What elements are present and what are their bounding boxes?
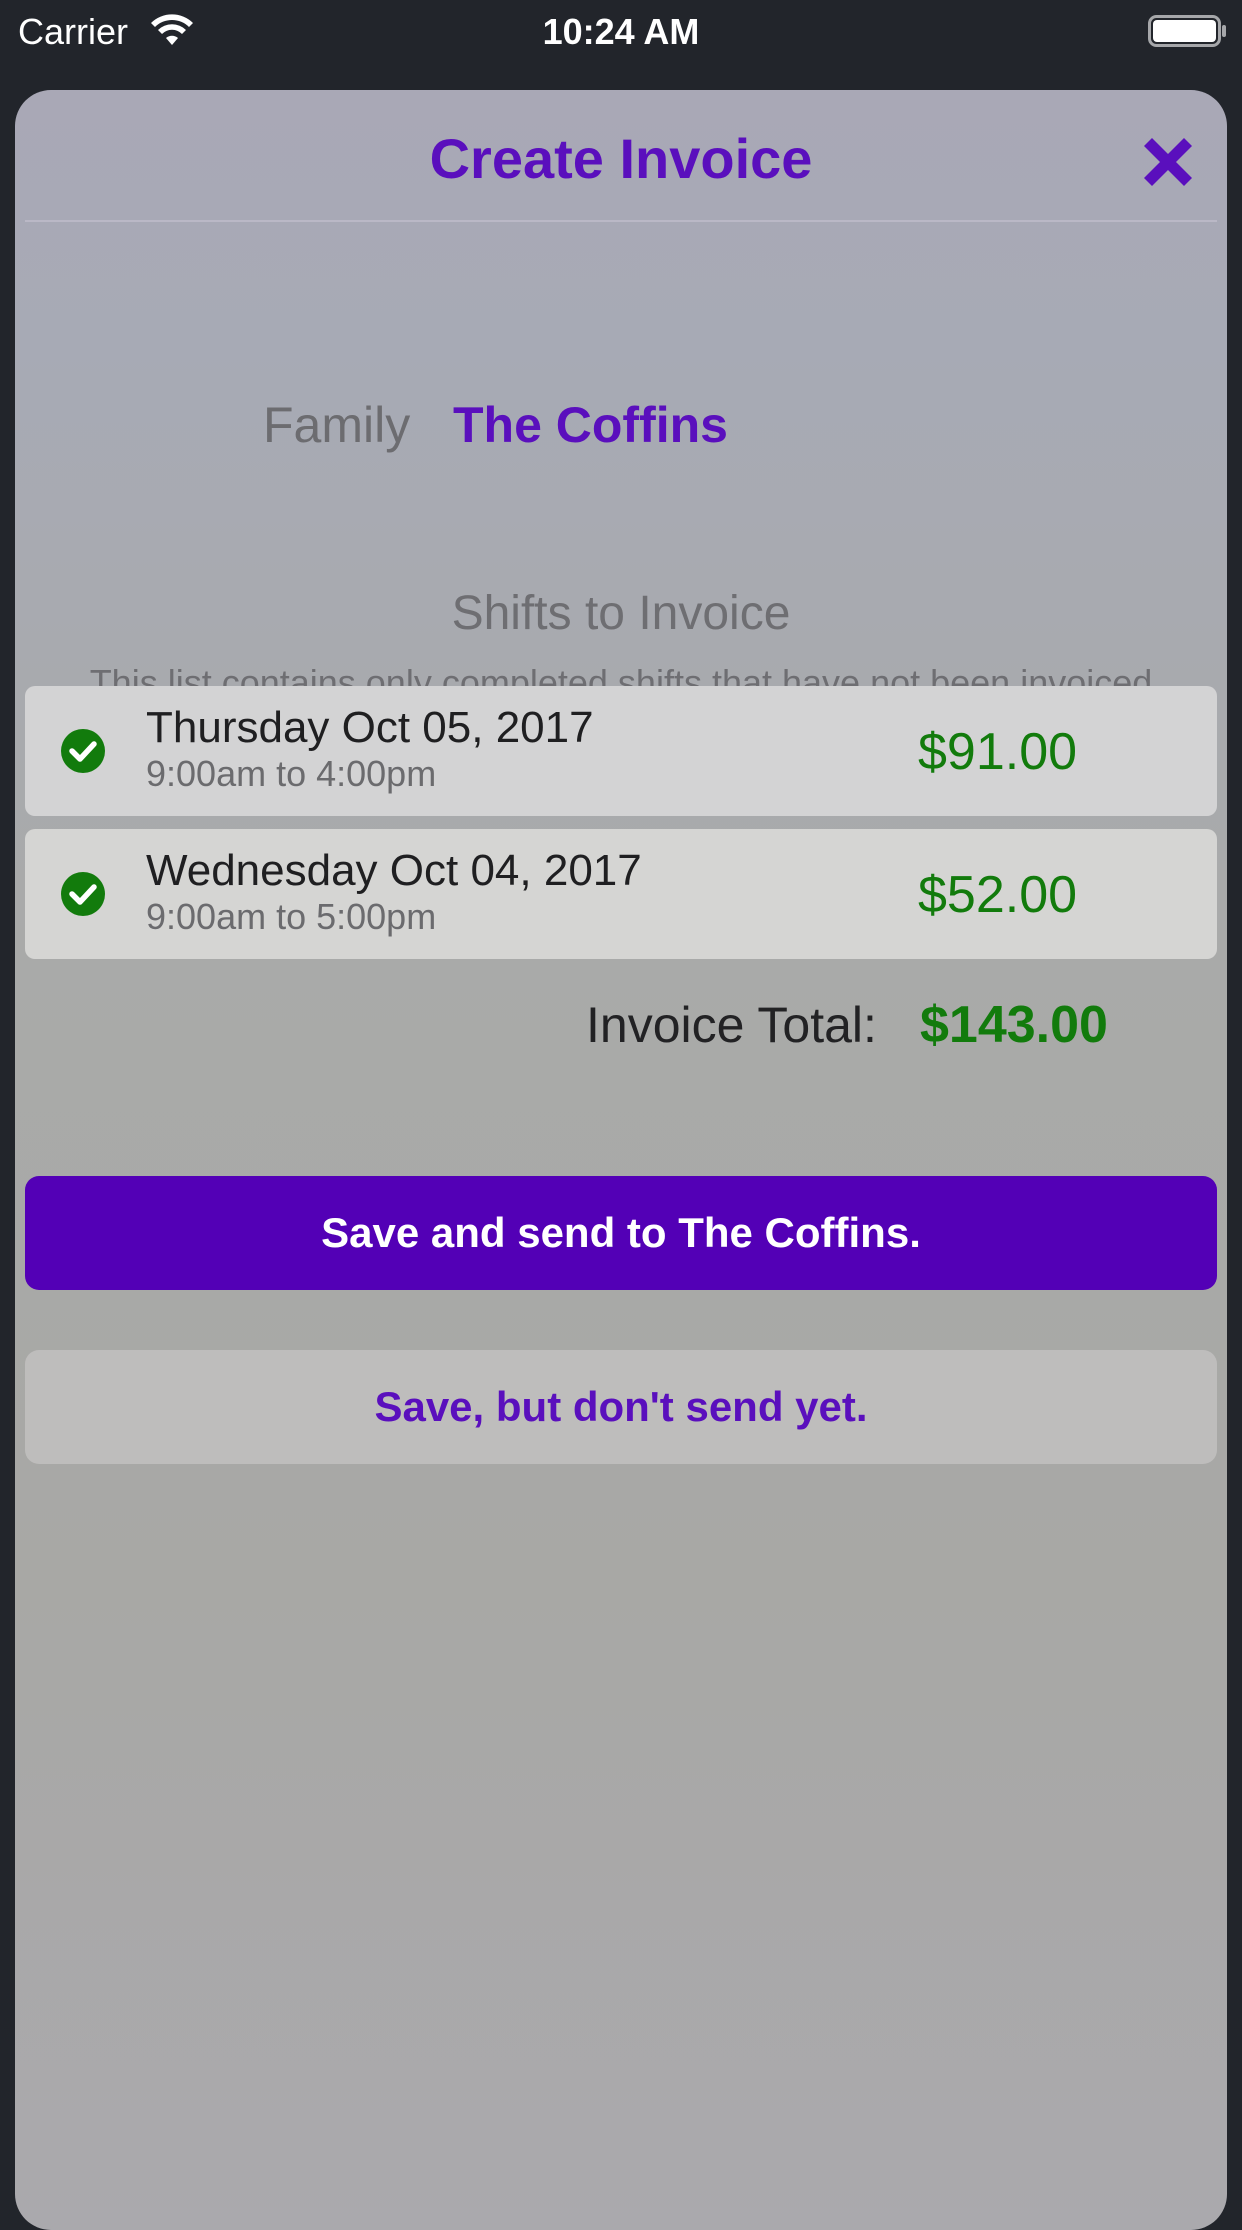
close-icon[interactable] bbox=[1136, 130, 1200, 194]
battery-icon bbox=[1148, 15, 1226, 47]
status-time: 10:24 AM bbox=[542, 11, 700, 52]
save-and-send-button[interactable]: Save and send to The Coffins. bbox=[25, 1176, 1217, 1290]
check-circle-icon[interactable] bbox=[61, 872, 105, 916]
shift-row[interactable]: Thursday Oct 05, 2017 9:00am to 4:00pm $… bbox=[25, 686, 1217, 816]
invoice-total-row: Invoice Total: $143.00 bbox=[15, 990, 1227, 1060]
family-value[interactable]: The Coffins bbox=[453, 390, 728, 460]
save-without-sending-button[interactable]: Save, but don't send yet. bbox=[25, 1350, 1217, 1464]
shift-date: Wednesday Oct 04, 2017 bbox=[146, 846, 642, 895]
invoice-total-value: $143.00 bbox=[920, 996, 1108, 1054]
shifts-title: Shifts to Invoice bbox=[451, 587, 791, 640]
shift-amount: $91.00 bbox=[918, 723, 1078, 781]
family-label: Family bbox=[263, 397, 411, 453]
invoice-total-label: Invoice Total: bbox=[586, 997, 877, 1053]
shift-time: 9:00am to 4:00pm bbox=[146, 753, 437, 794]
shift-row[interactable]: Wednesday Oct 04, 2017 9:00am to 5:00pm … bbox=[25, 829, 1217, 959]
shift-date: Thursday Oct 05, 2017 bbox=[146, 703, 594, 752]
sheet-header: Create Invoice bbox=[15, 90, 1227, 220]
shift-time: 9:00am to 5:00pm bbox=[146, 896, 437, 937]
page-title: Create Invoice bbox=[429, 127, 813, 190]
family-row: Family The Coffins bbox=[15, 390, 1227, 460]
status-bar: Carrier 10:24 AM bbox=[0, 0, 1242, 88]
header-divider bbox=[25, 220, 1217, 222]
create-invoice-sheet: Create Invoice Family The Coffins Shifts… bbox=[15, 90, 1227, 2230]
check-circle-icon[interactable] bbox=[61, 729, 105, 773]
shift-amount: $52.00 bbox=[918, 866, 1078, 924]
